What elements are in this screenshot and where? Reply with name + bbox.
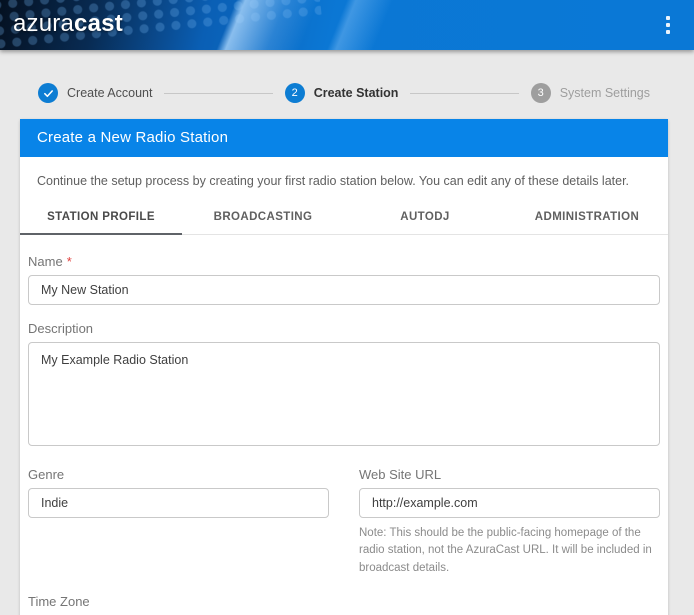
step-create-station[interactable]: 2 Create Station [285, 83, 399, 103]
website-url-note: Note: This should be the public-facing h… [359, 525, 660, 578]
step-number-circle: 3 [531, 83, 551, 103]
setup-page: Create Account 2 Create Station 3 System… [0, 50, 694, 615]
step-label: Create Station [314, 86, 399, 100]
tab-broadcasting[interactable]: BROADCASTING [182, 202, 344, 235]
description-textarea[interactable]: My Example Radio Station [28, 342, 660, 446]
genre-input[interactable] [28, 488, 329, 518]
azuracast-logo: azuracast [13, 10, 123, 38]
name-input[interactable] [28, 275, 660, 305]
setup-stepper: Create Account 2 Create Station 3 System… [20, 50, 668, 103]
check-icon [43, 88, 54, 99]
tab-autodj[interactable]: AUTODJ [344, 202, 506, 235]
description-field-group: Description My Example Radio Station [28, 321, 660, 451]
genre-url-row: Genre Web Site URL Note: This should be … [28, 467, 660, 594]
description-label: Description [28, 321, 660, 336]
step-number-circle: 2 [285, 83, 305, 103]
step-label: System Settings [560, 86, 650, 100]
tab-station-profile[interactable]: STATION PROFILE [20, 202, 182, 235]
logo-text-bold: cast [74, 10, 123, 37]
logo-text-light: azura [13, 10, 74, 37]
timezone-label: Time Zone [28, 594, 660, 609]
kebab-menu-icon[interactable] [656, 12, 680, 38]
website-url-field-group: Web Site URL Note: This should be the pu… [359, 467, 660, 578]
required-asterisk: * [67, 254, 72, 269]
step-label: Create Account [67, 86, 152, 100]
create-station-card: Create a New Radio Station Continue the … [20, 119, 668, 615]
website-url-label: Web Site URL [359, 467, 660, 482]
name-label: Name * [28, 254, 660, 269]
step-complete-circle [38, 83, 58, 103]
step-connector [410, 93, 518, 94]
card-intro-text: Continue the setup process by creating y… [20, 157, 668, 191]
tab-administration[interactable]: ADMINISTRATION [506, 202, 668, 235]
step-connector [164, 93, 272, 94]
timezone-field-group: Time Zone New York (UTC-4) Scheduled pla… [28, 594, 660, 615]
genre-label: Genre [28, 467, 329, 482]
name-label-text: Name [28, 254, 63, 269]
website-url-input[interactable] [359, 488, 660, 518]
station-profile-form: Name * Description My Example Radio Stat… [20, 235, 668, 615]
step-system-settings[interactable]: 3 System Settings [531, 83, 650, 103]
step-create-account[interactable]: Create Account [38, 83, 152, 103]
genre-field-group: Genre [28, 467, 329, 518]
app-header: azuracast [0, 0, 694, 50]
card-title: Create a New Radio Station [20, 119, 668, 157]
station-tabs: STATION PROFILE BROADCASTING AUTODJ ADMI… [20, 202, 668, 235]
name-field-group: Name * [28, 254, 660, 305]
